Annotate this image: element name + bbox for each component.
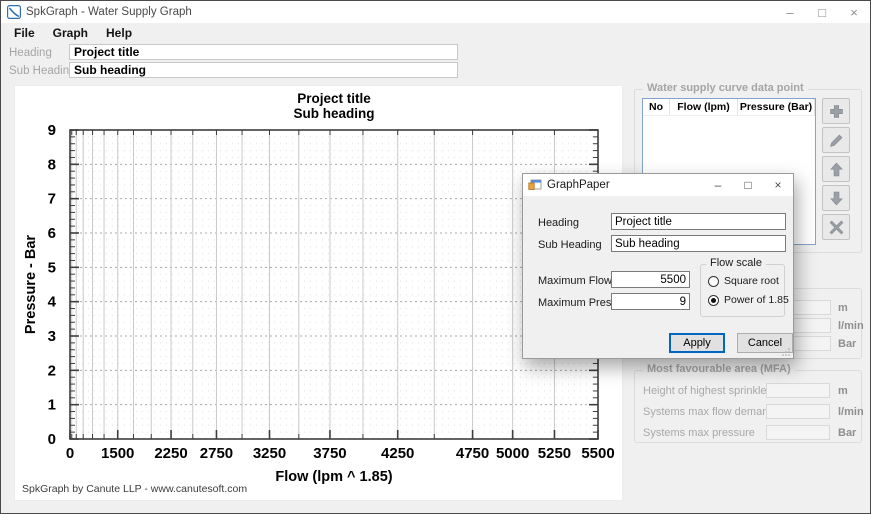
flow-scale-title: Flow scale [706, 257, 766, 269]
resize-grip[interactable] [782, 347, 791, 356]
heading-label: Heading [9, 47, 52, 59]
sub-heading-label: Sub Heading [9, 65, 76, 77]
maximize-icon[interactable]: □ [806, 1, 838, 23]
partial-unit-1: m [838, 302, 848, 314]
dialog-sub-heading-input[interactable] [611, 235, 786, 252]
mfa-group: Most favourable area (MFA) Height of hig… [634, 370, 862, 443]
svg-text:5: 5 [48, 259, 56, 276]
radio-circle-icon [708, 295, 719, 306]
svg-text:Flow (lpm ^ 1.85): Flow (lpm ^ 1.85) [275, 469, 392, 485]
svg-text:Project title: Project title [297, 91, 371, 106]
heading-input[interactable] [69, 44, 458, 60]
move-up-button[interactable] [822, 156, 850, 182]
dialog-title-bar: GraphPaper – □ × [523, 174, 793, 196]
title-bar: SpkGraph - Water Supply Graph – □ × [1, 1, 870, 23]
svg-text:1500: 1500 [101, 445, 134, 462]
max-pressure-input[interactable] [611, 293, 690, 310]
radio-power-185-label: Power of 1.85 [724, 294, 789, 306]
menu-help[interactable]: Help [97, 24, 141, 42]
column-pressure[interactable]: Pressure (Bar) [738, 99, 815, 115]
mfa-row3-input[interactable] [766, 425, 830, 440]
mfa-row2-label: Systems max flow demand [643, 406, 774, 418]
radio-power-185[interactable]: Power of 1.85 [708, 294, 789, 306]
arrow-down-icon [829, 191, 844, 206]
column-flow[interactable]: Flow (lpm) [670, 99, 738, 115]
svg-text:0: 0 [66, 445, 74, 462]
mfa-row2-input[interactable] [766, 404, 830, 419]
plus-icon [829, 104, 844, 119]
column-no[interactable]: No [643, 99, 670, 115]
menu-file[interactable]: File [5, 24, 44, 42]
dialog-heading-input[interactable] [611, 213, 786, 230]
form-icon [528, 178, 542, 192]
mfa-group-title: Most favourable area (MFA) [643, 363, 795, 375]
svg-text:6: 6 [48, 225, 56, 242]
dialog-sub-heading-label: Sub Heading [538, 239, 602, 251]
svg-text:3: 3 [48, 328, 56, 345]
svg-text:4750: 4750 [456, 445, 489, 462]
svg-text:9: 9 [48, 122, 56, 139]
dialog-maximize-icon[interactable]: □ [733, 174, 763, 196]
mfa-row1-unit: m [838, 385, 848, 397]
mfa-row3-unit: Bar [838, 427, 856, 439]
minimize-icon[interactable]: – [774, 1, 806, 23]
mfa-row1-input[interactable] [766, 383, 830, 398]
cross-icon [829, 220, 844, 235]
graphpaper-dialog: GraphPaper – □ × Heading Sub Heading Max… [522, 173, 794, 359]
max-flow-label: Maximum Flow [538, 275, 612, 287]
max-flow-input[interactable] [611, 271, 690, 288]
mfa-row1-label: Height of highest sprinkler [643, 385, 770, 397]
svg-text:2750: 2750 [200, 445, 233, 462]
dialog-close-icon[interactable]: × [763, 174, 793, 196]
partial-unit-2: l/min [838, 320, 864, 332]
svg-text:Pressure - Bar: Pressure - Bar [23, 235, 39, 334]
radio-square-root[interactable]: Square root [708, 275, 779, 287]
app-logo-icon [7, 5, 21, 19]
svg-text:8: 8 [48, 156, 56, 173]
app-window: SpkGraph - Water Supply Graph – □ × File… [0, 0, 871, 514]
svg-text:5000: 5000 [496, 445, 529, 462]
partial-unit-3: Bar [838, 338, 856, 350]
mfa-row3-label: Systems max pressure [643, 427, 755, 439]
dialog-minimize-icon[interactable]: – [703, 174, 733, 196]
add-point-button[interactable] [822, 98, 850, 124]
svg-text:7: 7 [48, 191, 56, 208]
radio-circle-icon [708, 276, 719, 287]
flow-scale-group: Flow scale Square root Power of 1.85 [700, 264, 785, 317]
svg-text:5250: 5250 [538, 445, 571, 462]
svg-text:3750: 3750 [313, 445, 346, 462]
apply-button[interactable]: Apply [669, 333, 725, 353]
svg-text:0: 0 [48, 431, 56, 448]
svg-text:5500: 5500 [581, 445, 614, 462]
move-down-button[interactable] [822, 185, 850, 211]
delete-point-button[interactable] [822, 214, 850, 240]
svg-text:4250: 4250 [381, 445, 414, 462]
menu-graph[interactable]: Graph [44, 24, 97, 42]
svg-text:2250: 2250 [154, 445, 187, 462]
mfa-row2-unit: l/min [838, 406, 864, 418]
credit-text: SpkGraph by Canute LLP - www.canutesoft.… [22, 483, 247, 495]
dialog-title: GraphPaper [547, 179, 610, 191]
svg-text:1: 1 [48, 397, 56, 414]
svg-text:4: 4 [48, 294, 57, 311]
svg-text:3250: 3250 [253, 445, 286, 462]
close-icon[interactable]: × [838, 1, 870, 23]
menu-bar: File Graph Help [1, 23, 870, 43]
sub-heading-input[interactable] [69, 62, 458, 78]
svg-text:2: 2 [48, 362, 56, 379]
table-header: No Flow (lpm) Pressure (Bar) [643, 99, 815, 116]
edit-point-button[interactable] [822, 127, 850, 153]
window-title: SpkGraph - Water Supply Graph [26, 6, 192, 18]
arrow-up-icon [829, 162, 844, 177]
svg-text:Sub heading: Sub heading [294, 106, 375, 121]
data-point-group-title: Water supply curve data point [643, 82, 808, 94]
radio-square-root-label: Square root [724, 275, 779, 287]
pencil-icon [829, 133, 844, 148]
dialog-heading-label: Heading [538, 217, 579, 229]
